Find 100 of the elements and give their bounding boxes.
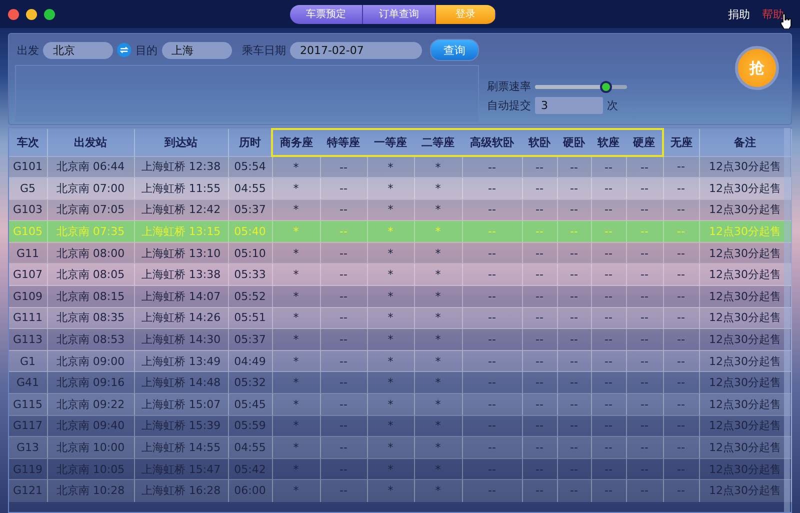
seat-cell: -- <box>591 328 626 350</box>
departure-cell: 北京南 10:28 <box>47 480 134 502</box>
seat-cell: -- <box>522 286 557 308</box>
seat-cell: * <box>272 264 320 286</box>
seat-cell: * <box>272 199 320 221</box>
help-link[interactable]: 帮助 <box>762 6 784 22</box>
table-row[interactable]: G117 北京南 09:40 上海虹桥 15:39 05:59 * -- * * -- -- -- -- -- -- 12点30分起售 <box>9 415 791 437</box>
column-header: 高级软卧 <box>462 129 522 156</box>
seat-cell: -- <box>626 242 663 264</box>
seat-cell: -- <box>320 415 367 437</box>
table-row[interactable]: G121 北京南 10:28 上海虹桥 16:28 06:00 * -- * * -- -- -- -- -- -- 12点30分起售 <box>9 480 791 502</box>
arrival-cell: 上海虹桥 14:07 <box>134 286 228 308</box>
table-row[interactable]: G1 北京南 09:00 上海虹桥 13:49 04:49 * -- * * -- -- -- -- -- -- 12点30分起售 <box>9 350 791 372</box>
seat-cell: -- <box>591 415 626 437</box>
table-row[interactable]: G115 北京南 09:22 上海虹桥 15:07 05:45 * -- * * -- -- -- -- -- -- 12点30分起售 <box>9 394 791 416</box>
table-row[interactable]: G41 北京南 09:16 上海虹桥 14:48 05:32 * -- * * -- -- -- -- -- -- 12点30分起售 <box>9 372 791 394</box>
seat-cell: -- <box>591 156 626 178</box>
column-header: 商务座 <box>272 129 320 156</box>
arrival-cell: 上海虹桥 15:07 <box>134 394 228 416</box>
seat-cell: -- <box>663 199 699 221</box>
train-number-cell: G41 <box>9 372 47 394</box>
arrival-cell: 上海虹桥 14:55 <box>134 436 228 458</box>
departure-cell: 北京南 08:00 <box>47 242 134 264</box>
departure-cell: 北京南 09:16 <box>47 372 134 394</box>
seat-cell: * <box>414 328 462 350</box>
arrival-cell: 上海虹桥 13:15 <box>134 220 228 242</box>
seat-cell: * <box>367 458 414 480</box>
minimize-icon[interactable] <box>26 8 37 20</box>
seat-cell: -- <box>462 220 522 242</box>
note-cell: 12点30分起售 <box>699 286 791 308</box>
table-row[interactable]: G13 北京南 10:00 上海虹桥 14:55 04:55 * -- * * -- -- -- -- -- -- 12点30分起售 <box>9 436 791 458</box>
train-number-cell: G117 <box>9 415 47 437</box>
seat-cell: * <box>272 328 320 350</box>
zoom-icon[interactable] <box>44 8 55 20</box>
arrival-cell: 上海虹桥 14:48 <box>134 372 228 394</box>
seat-cell: -- <box>320 394 367 416</box>
seat-cell: -- <box>626 458 663 480</box>
seat-cell: -- <box>320 286 367 308</box>
table-row[interactable]: G109 北京南 08:15 上海虹桥 14:07 05:52 * -- * * -- -- -- -- -- -- 12点30分起售 <box>9 286 791 308</box>
table-row[interactable]: G5 北京南 07:00 上海虹桥 11:55 04:55 * -- * * -- -- -- -- -- -- 12点30分起售 <box>9 178 791 200</box>
input-field[interactable]: 3 <box>535 97 603 114</box>
train-number-cell: G119 <box>9 458 47 480</box>
seat-cell: -- <box>522 394 557 416</box>
arrival-cell: 上海虹桥 15:47 <box>134 458 228 480</box>
arrival-cell: 上海虹桥 15:39 <box>134 415 228 437</box>
seat-cell: -- <box>591 242 626 264</box>
duration-cell: 05:45 <box>228 394 272 416</box>
seat-cell: * <box>414 307 462 329</box>
close-icon[interactable] <box>8 8 19 20</box>
seat-cell: -- <box>626 372 663 394</box>
table-row[interactable]: G111 北京南 08:35 上海虹桥 14:26 05:51 * -- * * -- -- -- -- -- -- 12点30分起售 <box>9 307 791 329</box>
note-cell: 12点30分起售 <box>699 199 791 221</box>
seat-cell: -- <box>626 436 663 458</box>
seat-cell: * <box>272 372 320 394</box>
input-field[interactable]: 上海 <box>162 42 232 58</box>
seat-cell: * <box>414 350 462 372</box>
table-row[interactable]: G11 北京南 08:00 上海虹桥 13:10 05:10 * -- * * -- -- -- -- -- -- 12点30分起售 <box>9 242 791 264</box>
table-row[interactable]: G101 北京南 06:44 上海虹桥 12:38 05:54 * -- * * -- -- -- -- -- -- 12点30分起售 <box>9 156 791 178</box>
date-field[interactable]: 2017-02-07 <box>290 42 422 58</box>
seat-cell: -- <box>663 480 699 502</box>
departure-cell: 北京南 09:22 <box>47 394 134 416</box>
query-button[interactable]: 查询 <box>430 39 479 61</box>
seat-cell: -- <box>663 394 699 416</box>
seat-cell: -- <box>522 220 557 242</box>
seat-cell: -- <box>591 220 626 242</box>
seat-cell: * <box>272 156 320 178</box>
duration-cell: 05:40 <box>228 220 272 242</box>
departure-cell: 北京南 07:35 <box>47 220 134 242</box>
departure-cell: 北京南 09:40 <box>47 415 134 437</box>
seat-cell: -- <box>320 328 367 350</box>
departure-cell: 北京南 08:05 <box>47 264 134 286</box>
train-number-cell: G105 <box>9 220 47 242</box>
seat-cell: -- <box>663 178 699 200</box>
tab[interactable]: 订单查询 <box>363 4 436 24</box>
column-header: 备注 <box>699 129 791 156</box>
arrival-cell: 上海虹桥 13:10 <box>134 242 228 264</box>
seat-cell: -- <box>591 199 626 221</box>
seat-cell: -- <box>663 242 699 264</box>
tab[interactable]: 车票预定 <box>290 4 363 24</box>
seat-cell: * <box>414 394 462 416</box>
seat-cell: -- <box>626 264 663 286</box>
swap-icon[interactable] <box>117 41 132 59</box>
input-field[interactable]: 北京 <box>43 42 114 58</box>
seat-cell: -- <box>320 220 367 242</box>
duration-cell: 04:55 <box>228 178 272 200</box>
train-number-cell: G13 <box>9 436 47 458</box>
duration-cell: 05:37 <box>228 199 272 221</box>
seat-cell: -- <box>591 307 626 329</box>
seat-cell: * <box>367 307 414 329</box>
seat-cell: -- <box>591 458 626 480</box>
seat-cell: -- <box>557 328 591 350</box>
seat-cell: * <box>272 436 320 458</box>
column-header: 无座 <box>663 129 699 156</box>
seat-cell: -- <box>522 415 557 437</box>
donate-link[interactable]: 捐助 <box>728 6 750 22</box>
table-row[interactable]: G107 北京南 08:05 上海虹桥 13:38 05:33 * -- * * -- -- -- -- -- -- 12点30分起售 <box>9 264 791 286</box>
table-row[interactable]: G113 北京南 08:53 上海虹桥 14:30 05:37 * -- * * -- -- -- -- -- -- 12点30分起售 <box>9 328 791 350</box>
seat-cell: -- <box>557 372 591 394</box>
table-row[interactable]: G103 北京南 07:05 上海虹桥 12:42 05:37 * -- * * -- -- -- -- -- -- 12点30分起售 <box>9 199 791 221</box>
seat-cell: * <box>367 328 414 350</box>
